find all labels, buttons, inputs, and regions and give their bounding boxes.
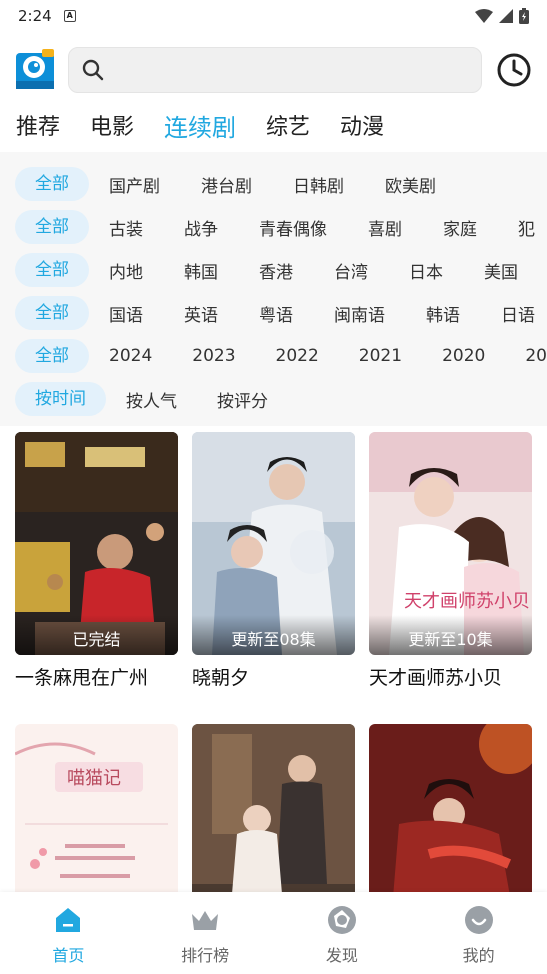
filter-chip[interactable]: 国产剧 [109,172,160,197]
nav-discover[interactable]: 发现 [274,892,411,974]
search-icon [82,59,104,81]
nav-label: 发现 [325,946,358,965]
filter-row-year: 全部 2024 2023 2022 2021 2020 20 [15,339,547,373]
main-category-tabs: 推荐 电影 连续剧 综艺 动漫 [0,100,547,150]
filter-chip[interactable]: 美国 [484,258,518,283]
sort-chip[interactable]: 按时间 [15,382,106,416]
filter-panel: 全部 国产剧 港台剧 日韩剧 欧美剧 全部 古装 战争 青春偶像 喜剧 家庭 犯… [0,152,547,426]
home-icon [56,908,81,932]
signal-icon [499,9,513,23]
status-time: 2:24 [18,7,52,25]
status-badge: 更新至08集 [192,615,355,655]
bottom-navigation: 首页 排行榜 发现 我的 [0,892,547,974]
content-grid: 已完结 一条麻甩在广州 更新至08集 晓朝夕 天才画师苏小贝 更新至10集 天才… [0,432,547,892]
filter-chip[interactable]: 青春偶像 [259,215,327,240]
battery-icon [519,8,529,24]
poster-image [192,724,355,892]
app-logo [14,47,56,93]
filter-row-region: 全部 内地 韩国 香港 台湾 日本 美国 [15,253,518,287]
search-input[interactable] [68,47,482,93]
filter-chip[interactable]: 韩国 [184,258,218,283]
tab-anime[interactable]: 动漫 [340,109,384,141]
filter-chip[interactable]: 全部 [15,167,89,201]
filter-chip[interactable]: 闽南语 [334,301,385,326]
card-title: 一条麻甩在广州 [15,667,149,689]
tab-variety[interactable]: 综艺 [266,109,310,141]
filter-chip[interactable]: 日韩剧 [293,172,344,197]
filter-chip[interactable]: 国语 [109,301,143,326]
status-badge: 已完结 [15,615,178,655]
filter-chip[interactable]: 2024 [109,346,152,366]
profile-icon [464,906,493,934]
filter-chip[interactable]: 全部 [15,296,89,330]
filter-chip[interactable]: 20 [525,346,547,366]
filter-chip[interactable]: 2022 [276,346,319,366]
poster-title-text: 喵猫记 [67,768,121,789]
card-title: 天才画师苏小贝 [369,667,503,689]
nav-ranking[interactable]: 排行榜 [137,892,274,974]
filter-chip[interactable]: 台湾 [334,258,368,283]
crown-icon [192,911,219,930]
filter-chip[interactable]: 2021 [359,346,402,366]
filter-chip[interactable]: 全部 [15,253,89,287]
filter-chip[interactable]: 犯 [518,215,535,240]
series-card[interactable]: 已完结 一条麻甩在广州 [15,432,178,690]
filter-row-genre: 全部 古装 战争 青春偶像 喜剧 家庭 犯 [15,210,535,244]
nav-label: 排行榜 [181,946,230,965]
filter-chip[interactable]: 全部 [15,339,89,373]
series-card[interactable]: 更新至08集 晓朝夕 [192,432,355,690]
poster-image [369,724,532,892]
sort-chip[interactable]: 按评分 [217,387,268,412]
filter-chip[interactable]: 英语 [184,301,218,326]
series-card[interactable]: 喵猫记 [15,724,178,892]
filter-chip[interactable]: 家庭 [443,215,477,240]
poster-image: 喵猫记 [15,724,178,892]
poster-title-text: 天才画师苏小贝 [404,591,530,612]
tab-recommend[interactable]: 推荐 [16,109,60,141]
series-card[interactable] [192,724,355,892]
filter-chip[interactable]: 港台剧 [201,172,252,197]
card-title: 晓朝夕 [192,667,250,689]
aperture-icon [327,906,356,934]
tab-movies[interactable]: 电影 [90,109,134,141]
wifi-icon [475,9,493,23]
filter-chip[interactable]: 香港 [259,258,293,283]
filter-chip[interactable]: 日语 [501,301,535,326]
status-bar: 2:24 A [0,0,547,32]
filter-row-language: 全部 国语 英语 粤语 闽南语 韩语 日语 [15,296,535,330]
tab-series[interactable]: 连续剧 [164,108,236,143]
status-icons [475,8,529,24]
app-header [0,40,547,100]
poster-image: 已完结 [15,432,178,655]
poster-image: 天才画师苏小贝 更新至10集 [369,432,532,655]
poster-image: 更新至08集 [192,432,355,655]
history-clock-icon[interactable] [496,52,532,88]
filter-chip[interactable]: 内地 [109,258,143,283]
filter-row-sort: 按时间 按人气 按评分 [15,382,268,416]
filter-chip[interactable]: 2023 [192,346,235,366]
nav-label: 我的 [462,946,495,965]
nav-home[interactable]: 首页 [0,892,137,974]
filter-chip[interactable]: 欧美剧 [385,172,436,197]
filter-chip[interactable]: 战争 [184,215,218,240]
nav-profile[interactable]: 我的 [410,892,547,974]
filter-chip[interactable]: 全部 [15,210,89,244]
series-card[interactable] [369,724,532,892]
filter-chip[interactable]: 喜剧 [368,215,402,240]
series-card[interactable]: 天才画师苏小贝 更新至10集 天才画师苏小贝 [369,432,532,690]
filter-chip[interactable]: 古装 [109,215,143,240]
nav-label: 首页 [52,946,85,965]
filter-chip[interactable]: 粤语 [259,301,293,326]
filter-chip[interactable]: 2020 [442,346,485,366]
notification-icon: A [63,10,76,22]
sort-chip[interactable]: 按人气 [126,387,177,412]
filter-row-type: 全部 国产剧 港台剧 日韩剧 欧美剧 [15,167,436,201]
status-badge: 更新至10集 [369,615,532,655]
filter-chip[interactable]: 韩语 [426,301,460,326]
filter-chip[interactable]: 日本 [409,258,443,283]
